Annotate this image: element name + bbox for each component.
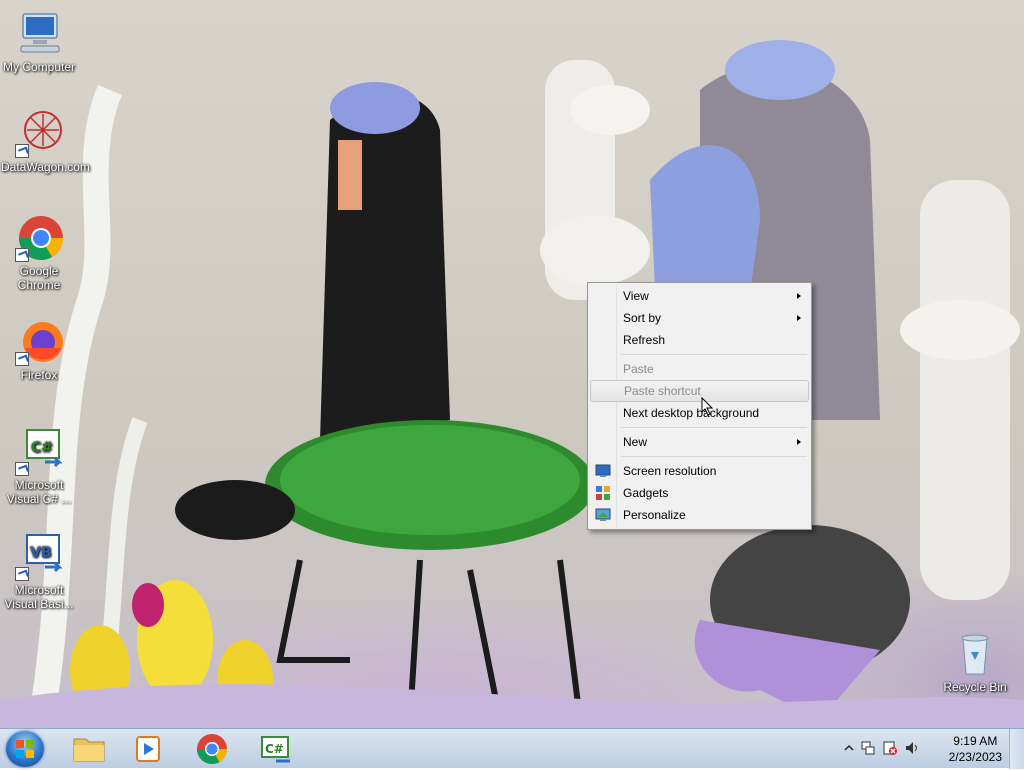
menu-item-new[interactable]: New	[590, 431, 809, 453]
menu-item-personalize[interactable]: Personalize	[590, 504, 809, 526]
desktop-icon-visual-basic[interactable]: VB Microsoft Visual Basi...	[1, 533, 77, 611]
gadgets-icon	[596, 486, 610, 500]
menu-item-paste[interactable]: Paste	[590, 358, 809, 380]
windows-start-icon[interactable]	[6, 731, 44, 767]
media-player-icon	[136, 736, 160, 762]
svg-text:C#: C#	[31, 440, 53, 456]
desktop-icon-my-computer[interactable]: My Computer	[1, 10, 77, 74]
menu-separator	[621, 427, 807, 428]
show-hidden-icons-arrow[interactable]	[844, 743, 854, 753]
menu-item-label: Paste shortcut	[624, 384, 701, 398]
shortcut-arrow-icon	[15, 352, 29, 366]
submenu-arrow-icon	[797, 293, 801, 299]
menu-item-label: Sort by	[623, 311, 662, 325]
desktop-icon-label: Recycle Bin	[943, 680, 1007, 694]
desktop-wallpaper[interactable]: My Computer DataWagon.com Google Chrome …	[0, 0, 1024, 728]
system-tray: 9:19 AM 2/23/2023	[834, 729, 1024, 769]
desktop-icon-label: Microsoft Visual Basi...	[4, 583, 74, 611]
menu-item-label: Personalize	[623, 508, 686, 522]
menu-item-label: Refresh	[623, 333, 666, 347]
visual-csharp-icon: C#	[261, 736, 290, 763]
menu-item-view[interactable]: View	[590, 285, 809, 307]
menu-item-label: New	[623, 435, 648, 449]
network-icon[interactable]	[860, 740, 876, 756]
taskbar-media-player-button[interactable]	[120, 731, 178, 767]
desktop-icon-recycle-bin[interactable]: Recycle Bin	[937, 630, 1013, 694]
chrome-icon	[15, 214, 63, 262]
mouse-cursor-icon	[701, 397, 714, 416]
taskbar-visual-csharp-button[interactable]: C#	[246, 731, 304, 767]
show-desktop-button[interactable]	[1009, 729, 1024, 769]
desktop-context-menu: View Sort by Refresh Paste Paste shortcu…	[587, 282, 812, 530]
screen-resolution-icon	[595, 464, 611, 477]
clock-date: 2/23/2023	[948, 750, 1002, 764]
desktop-icon-label: Microsoft Visual C# ...	[6, 478, 72, 506]
file-explorer-icon	[73, 738, 105, 762]
desktop-icon-label: Google Chrome	[17, 264, 61, 292]
submenu-arrow-icon	[797, 315, 801, 321]
clock-time: 9:19 AM	[953, 734, 998, 748]
menu-item-screen-resolution[interactable]: Screen resolution	[590, 460, 809, 482]
action-center-icon[interactable]	[882, 740, 898, 756]
desktop-icon-google-chrome[interactable]: Google Chrome	[1, 214, 77, 292]
firefox-icon	[15, 318, 63, 366]
shortcut-arrow-icon	[15, 144, 29, 158]
menu-item-label: Paste	[623, 362, 654, 376]
chrome-icon	[197, 734, 227, 765]
svg-text:VB: VB	[30, 545, 52, 561]
desktop-icon-firefox[interactable]: Firefox	[1, 318, 77, 382]
visual-csharp-icon: C#	[15, 428, 63, 476]
shortcut-arrow-icon	[15, 567, 29, 581]
desktop-icon-label: Firefox	[20, 368, 58, 382]
wallpaper-art	[0, 40, 1024, 728]
taskbar: C# 9:19 AM 2/23/2023	[0, 728, 1024, 769]
menu-item-label: View	[623, 289, 649, 303]
menu-separator	[621, 456, 807, 457]
desktop-icon-label: My Computer	[2, 60, 76, 74]
shortcut-arrow-icon	[15, 462, 29, 476]
menu-item-paste-shortcut[interactable]: Paste shortcut	[590, 380, 809, 402]
menu-separator	[621, 354, 807, 355]
recycle-bin-icon	[951, 630, 999, 678]
shortcut-arrow-icon	[15, 248, 29, 262]
visual-basic-icon: VB	[15, 533, 63, 581]
menu-item-gadgets[interactable]: Gadgets	[590, 482, 809, 504]
taskbar-file-explorer-button[interactable]	[60, 731, 118, 767]
menu-item-label: Next desktop background	[623, 406, 760, 420]
menu-item-label: Screen resolution	[623, 464, 717, 478]
desktop-icon-label: DataWagon.com	[1, 160, 90, 174]
computer-icon	[15, 10, 63, 58]
personalize-icon	[595, 508, 611, 521]
desktop-icon-visual-csharp[interactable]: C# Microsoft Visual C# ...	[1, 428, 77, 506]
menu-item-sort-by[interactable]: Sort by	[590, 307, 809, 329]
volume-icon[interactable]	[904, 740, 920, 756]
taskbar-chrome-button[interactable]	[183, 731, 241, 767]
menu-item-label: Gadgets	[623, 486, 669, 500]
menu-item-refresh[interactable]: Refresh	[590, 329, 809, 351]
svg-text:C#: C#	[265, 742, 284, 756]
menu-item-next-desktop-background[interactable]: Next desktop background	[590, 402, 809, 424]
taskbar-clock[interactable]: 9:19 AM 2/23/2023	[949, 733, 1002, 765]
datawagon-icon	[15, 110, 63, 158]
submenu-arrow-icon	[797, 439, 801, 445]
desktop-icon-datawagon[interactable]: DataWagon.com	[1, 110, 90, 174]
